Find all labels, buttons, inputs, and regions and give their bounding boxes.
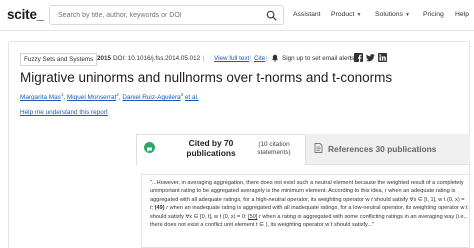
paper-title: Migrative uninorms and nullnorms over t-… [20,70,393,85]
search-icon[interactable] [266,10,277,21]
divider: | [350,55,352,62]
author-link[interactable]: Miquel Monserrat [67,94,116,101]
citation-statements-count: (10 citation statements) [257,141,291,156]
nav-solutions-label: Solutions [375,11,403,18]
view-full-text-link[interactable]: View full text [214,55,249,62]
et-al-link[interactable]: et al. [185,94,199,101]
scite-logo[interactable]: scite_ [7,7,44,22]
doi-text: DOI: 10.1016/j.fss.2014.05.012 [113,55,201,62]
email-alert-link[interactable]: Sign up to set email alerts [282,55,354,62]
cited-by-label: Cited by 70 publications [186,138,236,158]
nav-assistant[interactable]: Assistant [293,11,321,18]
divider: | [250,55,252,62]
cite-link[interactable]: Cite [254,55,265,62]
help-understand-report-link[interactable]: Help me understand this report [20,109,108,116]
chevron-down-icon: ▼ [356,12,362,18]
statement-text: should satisfy ∀x ∈ [t, 1], w t (0, x) = [372,196,465,203]
bell-icon[interactable] [271,54,279,62]
nav-help[interactable]: Help [455,11,469,18]
references-label: References 30 publications [328,144,437,154]
search-box[interactable] [49,5,284,25]
author-affiliation-number: 3 [180,92,184,97]
divider: | [203,55,205,62]
journal-tag[interactable]: Fuzzy Sets and Systems [20,53,98,66]
citation-statement-text: "...However, in averaging aggregation, t… [150,179,468,230]
divider: | [266,55,268,62]
twitter-icon[interactable] [366,53,375,62]
nav-product-label: Product [331,11,355,18]
nav-product[interactable]: Product ▼ [331,11,361,18]
quote-bubble-icon [144,142,155,153]
facebook-icon[interactable] [354,53,363,62]
document-icon [314,143,323,153]
nav-solutions[interactable]: Solutions ▼ [375,11,410,18]
chevron-down-icon: ▼ [404,12,410,18]
reference-marker[interactable]: (49) [155,205,165,211]
search-input[interactable] [58,8,258,22]
journal-tag-row: Fuzzy Sets and Systems [20,53,98,66]
linkedin-icon[interactable] [378,53,387,62]
author-link[interactable]: Margarita Mas [20,94,61,101]
nav-pricing[interactable]: Pricing [423,11,444,18]
author-list: Margarita Mas1, Miquel Monserrat2, Danie… [20,92,199,101]
top-navigation-bar: scite_ Assistant Product▼ Solutions▼ Pri… [0,0,474,31]
publication-year: 2015 [97,55,112,62]
author-link[interactable]: Daniel Ruiz-Aguilera [122,94,180,101]
